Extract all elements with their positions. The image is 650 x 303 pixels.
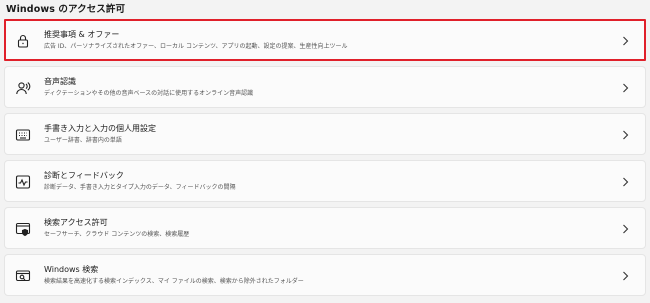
setting-recommendations-offers[interactable]: 推奨事項 & オファー 広告 ID、パーソナライズされたオファー、ローカル コン… <box>4 19 646 61</box>
setting-title: 手書き入力と入力の個人用設定 <box>44 124 156 133</box>
chevron-right-icon <box>620 223 630 235</box>
handwriting-icon <box>15 127 31 143</box>
setting-description: ディクテーションやその他の音声ベースの対話に使用するオンライン音声認識 <box>44 90 254 97</box>
search-permissions-icon <box>15 221 31 237</box>
speech-icon <box>15 80 31 96</box>
setting-title: 診断とフィードバック <box>44 171 124 180</box>
lock-icon <box>15 33 31 49</box>
chevron-right-icon <box>620 270 630 282</box>
setting-speech[interactable]: 音声認識 ディクテーションやその他の音声ベースの対話に使用するオンライン音声認識 <box>4 66 646 108</box>
setting-windows-search[interactable]: Windows 検索 検索結果を高速化する検索インデックス、マイ ファイルの検索… <box>4 254 646 296</box>
setting-description: 広告 ID、パーソナライズされたオファー、ローカル コンテンツ、アプリの起動、設… <box>44 43 348 50</box>
setting-description: 検索結果を高速化する検索インデックス、マイ ファイルの検索、検索から除外されたフ… <box>44 278 304 285</box>
setting-description: 診断データ、手書き入力とタイプ入力のデータ、フィードバックの間隔 <box>44 184 236 191</box>
diagnostics-icon <box>15 174 31 190</box>
setting-inking-typing[interactable]: 手書き入力と入力の個人用設定 ユーザー辞書、辞書内の単語 <box>4 113 646 155</box>
chevron-right-icon <box>620 176 630 188</box>
setting-title: Windows 検索 <box>44 265 99 274</box>
setting-search-permissions[interactable]: 検索アクセス許可 セーフサーチ、クラウド コンテンツの検索、検索履歴 <box>4 207 646 249</box>
setting-title: 検索アクセス許可 <box>44 218 108 227</box>
setting-diagnostics-feedback[interactable]: 診断とフィードバック 診断データ、手書き入力とタイプ入力のデータ、フィードバック… <box>4 160 646 202</box>
setting-description: セーフサーチ、クラウド コンテンツの検索、検索履歴 <box>44 231 190 238</box>
chevron-right-icon <box>620 129 630 141</box>
windows-search-icon <box>15 268 31 284</box>
section-title: Windows のアクセス許可 <box>6 4 126 15</box>
chevron-right-icon <box>620 35 630 47</box>
setting-description: ユーザー辞書、辞書内の単語 <box>44 137 122 144</box>
setting-title: 推奨事項 & オファー <box>44 30 120 39</box>
setting-title: 音声認識 <box>44 77 76 86</box>
chevron-right-icon <box>620 82 630 94</box>
